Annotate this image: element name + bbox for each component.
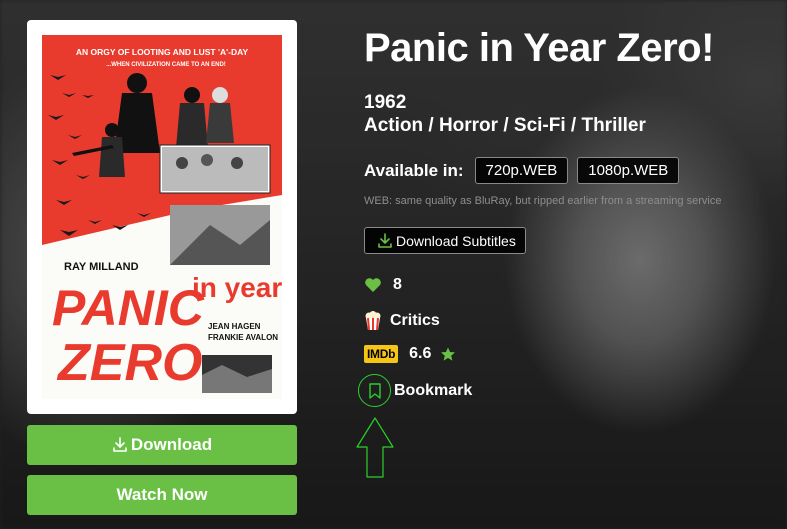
popcorn-icon <box>365 311 381 331</box>
download-subtitles-label: Download Subtitles <box>396 232 516 249</box>
critics-row: Critics <box>364 311 440 331</box>
poster-tagline: AN ORGY OF LOOTING AND LUST 'A'-DAY <box>76 47 249 57</box>
poster-costar1: JEAN HAGEN <box>208 322 261 331</box>
movie-poster: AN ORGY OF LOOTING AND LUST 'A'-DAY ...W… <box>42 35 282 399</box>
quality-1080p-button[interactable]: 1080p.WEB <box>577 157 680 184</box>
movie-genres: Action / Horror / Sci-Fi / Thriller <box>364 115 646 136</box>
quality-720p-button[interactable]: 720p.WEB <box>474 157 569 184</box>
watch-now-label: Watch Now <box>116 485 208 504</box>
imdb-rating: 6.6 <box>409 345 432 362</box>
availability-row: Available in: 720p.WEB 1080p.WEB <box>364 157 688 184</box>
up-arrow-icon <box>356 417 394 478</box>
poster-title-line1: PANIC <box>52 280 205 336</box>
bookmark-icon <box>368 382 381 399</box>
watch-now-button[interactable]: Watch Now <box>27 475 297 515</box>
movie-title: Panic in Year Zero! <box>364 26 714 70</box>
poster-title-line2: in year <box>192 272 282 303</box>
availability-label: Available in: <box>364 160 464 180</box>
download-icon <box>113 437 127 452</box>
download-icon <box>378 232 392 248</box>
quality-note: WEB: same quality as BluRay, but ripped … <box>364 195 722 207</box>
movie-year: 1962 <box>364 92 407 113</box>
star-icon <box>441 347 456 361</box>
bookmark-circle <box>358 374 391 407</box>
critics-label: Critics <box>390 312 440 329</box>
download-button[interactable]: Download <box>27 425 297 465</box>
likes-count: 8 <box>393 276 402 293</box>
imdb-badge[interactable]: IMDb <box>364 345 399 363</box>
download-subtitles-button[interactable]: Download Subtitles <box>364 227 526 254</box>
bookmark-label: Bookmark <box>394 381 473 399</box>
poster-artwork: AN ORGY OF LOOTING AND LUST 'A'-DAY ...W… <box>42 35 282 393</box>
bookmark-button[interactable]: Bookmark <box>358 374 472 407</box>
heart-icon[interactable] <box>364 277 382 293</box>
poster-costar2: FRANKIE AVALON <box>208 333 278 342</box>
download-button-label: Download <box>130 435 213 454</box>
imdb-row: IMDb 6.6 <box>364 345 456 363</box>
poster-card: AN ORGY OF LOOTING AND LUST 'A'-DAY ...W… <box>27 20 297 414</box>
poster-title-line3: ZERO <box>56 334 202 392</box>
likes-row: 8 <box>364 276 402 294</box>
poster-subtagline: ...WHEN CIVILIZATION CAME TO AN END! <box>106 62 226 68</box>
poster-star: RAY MILLAND <box>64 261 139 273</box>
